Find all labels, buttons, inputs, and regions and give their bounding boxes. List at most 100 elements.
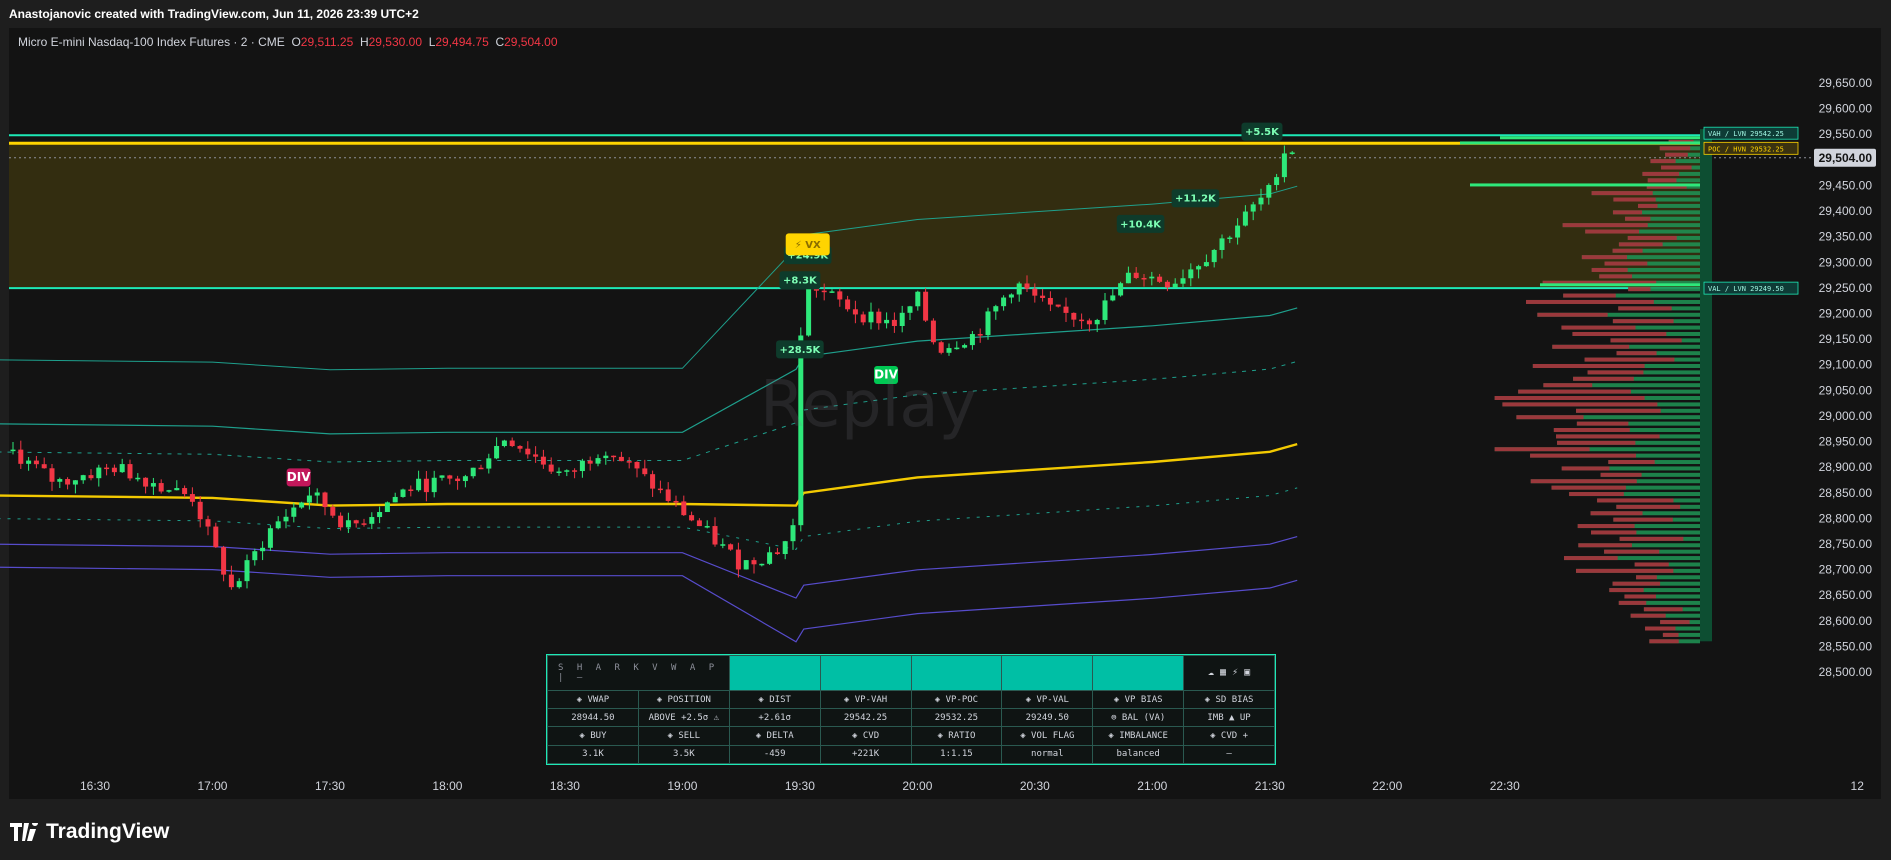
tradingview-logo[interactable]: TradingView bbox=[10, 820, 169, 844]
candle-body bbox=[1040, 295, 1046, 298]
symbol-legend: Micro E-mini Nasdaq-100 Index Futures · … bbox=[18, 35, 558, 49]
candle-body bbox=[1055, 304, 1061, 307]
volume-profile-bar bbox=[1597, 498, 1674, 503]
panel-cell: -459 bbox=[728, 744, 821, 765]
candle-body bbox=[985, 311, 991, 336]
candle-body bbox=[525, 448, 531, 455]
volume-profile-axis-strip bbox=[1700, 129, 1712, 642]
open-value: 29,511.25 bbox=[300, 35, 354, 49]
volume-profile-bar bbox=[1600, 472, 1642, 477]
candle-body bbox=[182, 488, 188, 495]
candle-body bbox=[33, 460, 39, 465]
candle-body bbox=[1024, 283, 1030, 289]
volume-profile-bar bbox=[1584, 357, 1675, 362]
candle-body bbox=[314, 492, 320, 496]
panel-cell: ◈ SD BIAS bbox=[1183, 689, 1275, 710]
candle-body bbox=[377, 512, 383, 518]
volume-profile-bar bbox=[1494, 447, 1590, 452]
candle-body bbox=[876, 311, 882, 324]
volume-profile-bar bbox=[1552, 344, 1630, 349]
candle-body bbox=[455, 478, 461, 482]
candle-body bbox=[1266, 185, 1272, 198]
candle-body bbox=[954, 347, 960, 350]
candle-body bbox=[915, 291, 921, 307]
candle-body bbox=[1157, 276, 1163, 282]
candle-body bbox=[712, 526, 718, 545]
candle-body bbox=[1141, 277, 1147, 280]
candle-body bbox=[868, 311, 874, 323]
candle-body bbox=[907, 306, 913, 313]
candle-body bbox=[423, 478, 429, 493]
candle-body bbox=[1164, 281, 1170, 288]
volume-profile-bar bbox=[1530, 479, 1637, 484]
volume-profile-bar bbox=[1516, 415, 1584, 420]
volume-profile-bar bbox=[1618, 242, 1663, 247]
volume-profile-bar bbox=[1630, 613, 1666, 618]
volume-profile-bar bbox=[1561, 466, 1610, 471]
candle-body bbox=[1071, 312, 1077, 320]
candle-body bbox=[18, 449, 24, 464]
volume-profile-bar bbox=[1624, 594, 1656, 599]
volume-profile-bar bbox=[1561, 325, 1636, 330]
panel-cell: ◈ VP-VAH bbox=[819, 689, 912, 710]
volume-profile-bar bbox=[1562, 223, 1648, 228]
volume-profile-bar bbox=[1662, 632, 1679, 637]
price-tick-label: 28,950.00 bbox=[1819, 435, 1873, 449]
panel-cell: +221K bbox=[819, 744, 912, 765]
candle-body bbox=[743, 560, 749, 570]
candle-body bbox=[946, 348, 952, 353]
candle-body bbox=[728, 544, 734, 550]
candle-body bbox=[673, 500, 679, 503]
volume-profile-bar bbox=[1576, 408, 1661, 413]
panel-toolbar-icons[interactable]: ☁ ▦ ⚡ ▣ bbox=[1183, 655, 1275, 691]
candle-body bbox=[735, 549, 741, 570]
candle-body bbox=[1227, 237, 1233, 240]
volume-profile-bar bbox=[1618, 306, 1672, 311]
price-tick-label: 28,600.00 bbox=[1819, 614, 1873, 628]
price-tick-label: 28,650.00 bbox=[1819, 588, 1873, 602]
candle-body bbox=[1047, 297, 1053, 305]
candle-body bbox=[845, 299, 851, 310]
candle-body bbox=[322, 492, 328, 508]
candle-body bbox=[1258, 197, 1264, 205]
volume-profile-bar bbox=[1659, 146, 1691, 151]
volume-profile-bar bbox=[1577, 524, 1635, 529]
volume-profile-bar bbox=[1661, 165, 1692, 170]
candle-body bbox=[884, 319, 890, 324]
candle-body bbox=[930, 320, 936, 343]
price-tick-label: 28,500.00 bbox=[1819, 665, 1873, 679]
panel-cell: ◈ VP-VAL bbox=[1001, 689, 1094, 710]
time-tick-label: 19:30 bbox=[785, 779, 815, 793]
price-tick-label: 28,550.00 bbox=[1819, 639, 1873, 653]
volume-profile-bar bbox=[1576, 421, 1629, 426]
candle-body bbox=[993, 306, 999, 312]
symbol-name: Micro E-mini Nasdaq-100 Index Futures · … bbox=[18, 35, 285, 49]
volume-profile-bar bbox=[1591, 267, 1628, 272]
volume-profile-bar bbox=[1502, 402, 1658, 407]
candle-body bbox=[369, 517, 375, 524]
volume-profile-bar bbox=[1518, 389, 1631, 394]
candle-body bbox=[517, 446, 523, 449]
price-tick-label: 28,700.00 bbox=[1819, 563, 1873, 577]
volume-profile-bar bbox=[1645, 626, 1676, 631]
candle-body bbox=[478, 467, 484, 470]
candle-body bbox=[564, 470, 570, 472]
candle-body bbox=[431, 477, 437, 493]
candle-body bbox=[119, 464, 125, 473]
price-tick-label: 28,900.00 bbox=[1819, 460, 1873, 474]
panel-title: S H A R K V W A P | — bbox=[547, 655, 730, 691]
price-tick-label: 29,100.00 bbox=[1819, 358, 1873, 372]
volume-profile-bar bbox=[1665, 152, 1688, 157]
annotation-label: +28.5K bbox=[779, 345, 821, 356]
candle-body bbox=[509, 440, 515, 447]
candle-body bbox=[665, 489, 671, 501]
price-tick-label: 29,450.00 bbox=[1819, 178, 1873, 192]
volume-profile-bar bbox=[1494, 396, 1645, 401]
candle-body bbox=[1110, 295, 1116, 301]
panel-header-row-1: ◈ VWAP ◈ POSITION ◈ DIST ◈ VP-VAH ◈ VP-P… bbox=[547, 689, 1275, 710]
low-value: 29,494.75 bbox=[435, 35, 489, 49]
volume-profile-bar bbox=[1636, 575, 1657, 580]
candle-body bbox=[88, 475, 94, 479]
price-axis: 29,650.0029,600.0029,550.0029,500.0029,4… bbox=[1812, 28, 1881, 799]
candle-body bbox=[447, 475, 453, 479]
